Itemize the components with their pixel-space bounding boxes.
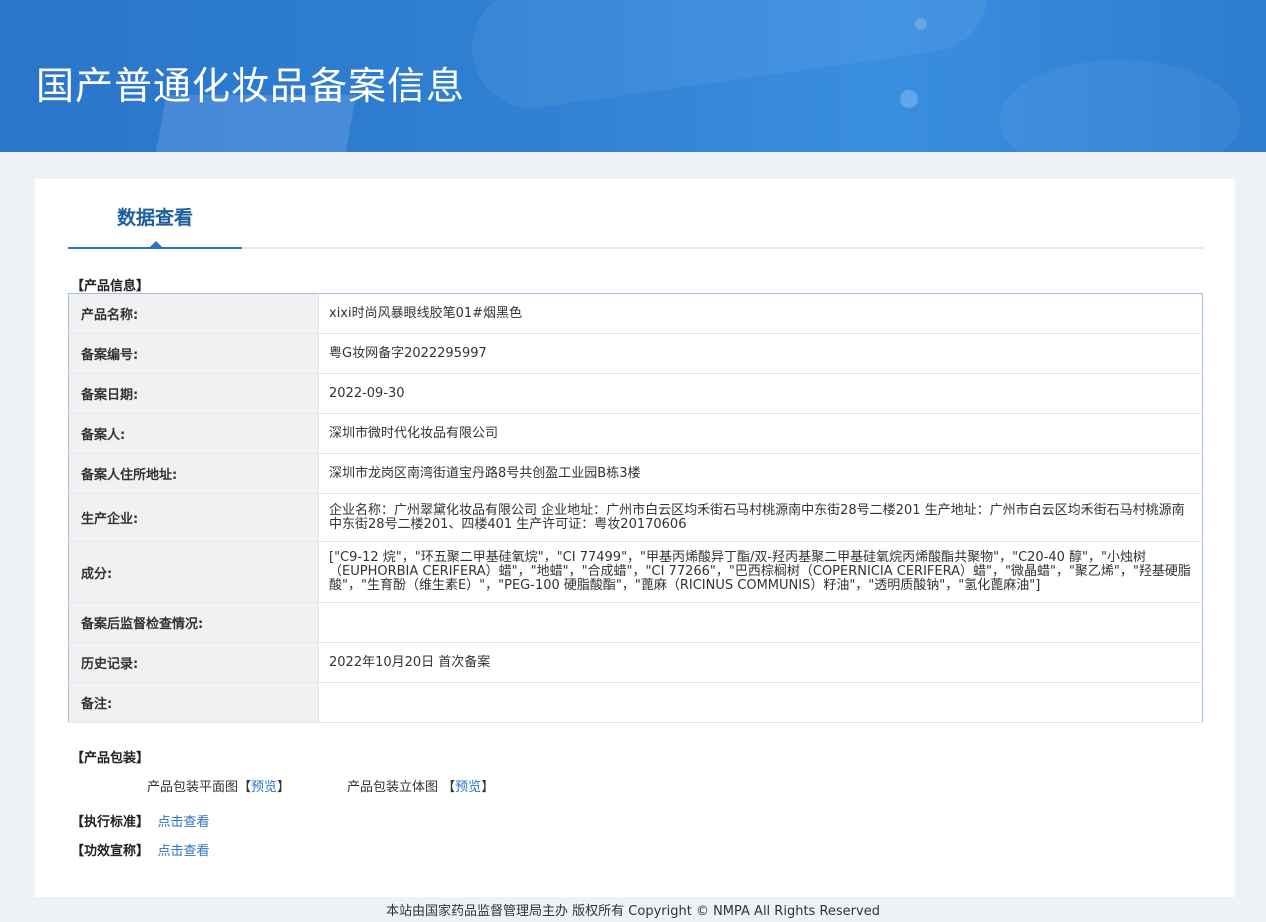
packaging-flat-item: 产品包装平面图【预览】 — [147, 776, 290, 795]
table-row: 备注: — [68, 682, 1203, 723]
row-key: 生产企业: — [68, 493, 319, 542]
footer-copyright: 本站由国家药品监督管理局主办 版权所有 Copyright © NMPA All… — [386, 904, 880, 919]
table-row: 成分: ["C9-12 烷"，"环五聚二甲基硅氧烷"，"CI 77499"，"甲… — [68, 541, 1203, 603]
packaging-solid-item: 产品包装立体图 【预览】 — [347, 776, 494, 795]
product-info-table: 产品名称: xixi时尚风暴眼线胶笔01#烟黑色 备案编号: 粤G妆网备字202… — [68, 293, 1203, 723]
table-row: 备案日期: 2022-09-30 — [68, 373, 1203, 414]
page-title: 国产普通化妆品备案信息 — [36, 64, 466, 108]
packaging-solid-label: 产品包装立体图 — [347, 780, 439, 795]
bracket-open: 【 — [238, 780, 252, 795]
table-row: 备案编号: 粤G妆网备字2022295997 — [68, 333, 1203, 374]
row-key: 备案后监督检查情况: — [68, 602, 319, 643]
row-key: 备案编号: — [68, 333, 319, 374]
table-row: 产品名称: xixi时尚风暴眼线胶笔01#烟黑色 — [68, 293, 1203, 334]
row-value: 深圳市龙岗区南湾街道宝丹路8号共创盈工业园B栋3楼 — [318, 453, 1203, 494]
bracket-open: 【 — [442, 780, 456, 795]
row-key: 产品名称: — [68, 293, 319, 334]
banner-decoration — [1000, 60, 1240, 152]
standard-row: 【执行标准】 点击查看 — [71, 811, 210, 830]
banner-decoration — [915, 18, 927, 30]
row-value: 深圳市微时代化妆品有限公司 — [318, 413, 1203, 454]
preview-solid-link[interactable]: 预览 — [455, 780, 481, 795]
active-tab-indicator — [150, 241, 162, 247]
row-value: 粤G妆网备字2022295997 — [318, 333, 1203, 374]
efficacy-row: 【功效宣称】 点击查看 — [71, 840, 210, 859]
row-key: 备案人: — [68, 413, 319, 454]
table-row: 历史记录: 2022年10月20日 首次备案 — [68, 642, 1203, 683]
table-row: 生产企业: 企业名称：广州翠黛化妆品有限公司 企业地址：广州市白云区均禾街石马村… — [68, 493, 1203, 542]
tab-data-view[interactable]: 数据查看 — [68, 179, 242, 249]
view-standard-link[interactable]: 点击查看 — [158, 815, 210, 830]
row-value: 2022-09-30 — [318, 373, 1203, 414]
row-value — [318, 682, 1203, 723]
row-key: 备案人住所地址: — [68, 453, 319, 494]
row-value: 2022年10月20日 首次备案 — [318, 642, 1203, 683]
section-product-info-label: 【产品信息】 — [71, 279, 150, 294]
table-row: 备案后监督检查情况: — [68, 602, 1203, 643]
content-card: 数据查看 【产品信息】 产品名称: xixi时尚风暴眼线胶笔01#烟黑色 备案编… — [35, 179, 1235, 897]
header-banner: 国产普通化妆品备案信息 — [0, 0, 1266, 152]
preview-flat-link[interactable]: 预览 — [251, 780, 277, 795]
tab-bar: 数据查看 — [68, 179, 1203, 249]
row-value: 企业名称：广州翠黛化妆品有限公司 企业地址：广州市白云区均禾街石马村桃源南中东街… — [318, 493, 1203, 542]
section-packaging-label: 【产品包装】 — [71, 751, 150, 766]
section-standard-label: 【执行标准】 — [71, 815, 150, 830]
row-value: xixi时尚风暴眼线胶笔01#烟黑色 — [318, 293, 1203, 334]
row-key: 备注: — [68, 682, 319, 723]
row-value — [318, 602, 1203, 643]
row-value: ["C9-12 烷"，"环五聚二甲基硅氧烷"，"CI 77499"，"甲基丙烯酸… — [318, 541, 1203, 603]
banner-decoration — [900, 90, 918, 108]
view-efficacy-link[interactable]: 点击查看 — [158, 844, 210, 859]
table-row: 备案人: 深圳市微时代化妆品有限公司 — [68, 413, 1203, 454]
table-row: 备案人住所地址: 深圳市龙岗区南湾街道宝丹路8号共创盈工业园B栋3楼 — [68, 453, 1203, 494]
section-efficacy-label: 【功效宣称】 — [71, 844, 150, 859]
packaging-flat-label: 产品包装平面图 — [147, 780, 239, 795]
bracket-close: 】 — [481, 780, 495, 795]
row-key: 备案日期: — [68, 373, 319, 414]
row-key: 成分: — [68, 541, 319, 603]
bracket-close: 】 — [277, 780, 291, 795]
row-key: 历史记录: — [68, 642, 319, 683]
